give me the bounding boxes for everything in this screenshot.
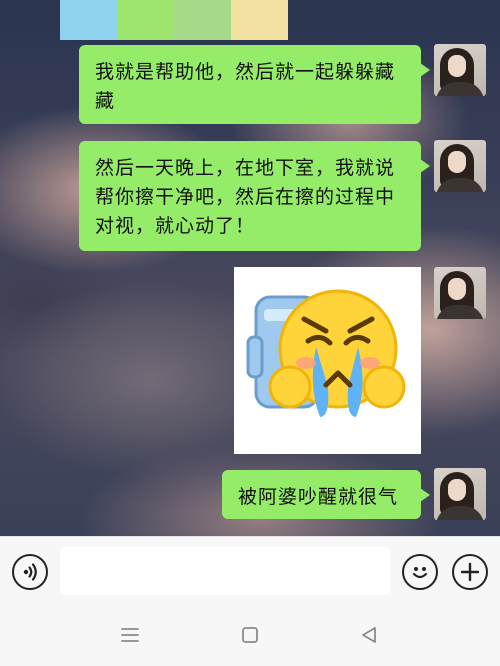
message-bubble[interactable]: 然后一天晚上，在地下室，我就说帮你擦干净吧，然后在擦的过程中对视，就心动了！ — [79, 141, 430, 251]
more-button[interactable] — [452, 554, 488, 590]
crying-emoji-icon — [246, 289, 406, 417]
message-bubble[interactable]: 我就是帮助他，然后就一起躲躲藏藏 — [79, 45, 430, 124]
menu-icon — [121, 628, 139, 642]
plus-icon — [460, 562, 480, 582]
message-bubble[interactable]: 被阿婆吵醒就很气 — [222, 470, 430, 519]
smiley-icon — [412, 567, 428, 579]
crying-emoji-sticker[interactable] — [234, 267, 421, 454]
message-input[interactable] — [60, 547, 390, 595]
chat-area[interactable]: 我就是帮助他，然后就一起躲躲藏藏 然后一天晚上，在地下室，我就说帮你擦干净吧，然… — [0, 0, 500, 536]
avatar[interactable] — [434, 468, 486, 520]
menu-button[interactable] — [119, 624, 141, 646]
avatar[interactable] — [434, 140, 486, 192]
swatch-blue — [60, 0, 117, 40]
color-swatch-strip — [60, 0, 288, 40]
avatar[interactable] — [434, 267, 486, 319]
swatch-green — [117, 0, 174, 40]
avatar[interactable] — [434, 44, 486, 96]
voice-button[interactable] — [12, 554, 48, 590]
back-triangle-icon — [362, 627, 376, 643]
swatch-yellow — [231, 0, 288, 40]
system-nav-bar — [0, 602, 500, 666]
swatch-light-green — [174, 0, 231, 40]
home-button[interactable] — [239, 624, 261, 646]
back-button[interactable] — [358, 624, 380, 646]
input-bar — [0, 536, 500, 602]
home-square-icon — [242, 627, 258, 643]
message-text: 被阿婆吵醒就很气 — [238, 486, 399, 508]
message-text: 然后一天晚上，在地下室，我就说帮你擦干净吧，然后在擦的过程中对视，就心动了！ — [95, 157, 396, 237]
emoji-button[interactable] — [402, 554, 438, 590]
message-text: 我就是帮助他，然后就一起躲躲藏藏 — [95, 61, 396, 112]
voice-icon — [23, 563, 37, 581]
